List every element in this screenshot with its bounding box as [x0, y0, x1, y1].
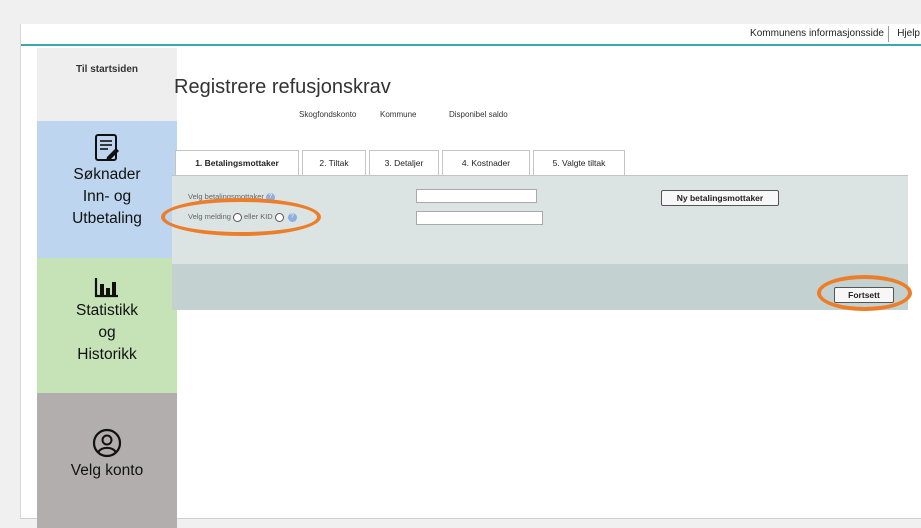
payee-label: Velg betalingsmottaker [188, 192, 264, 201]
payee-input[interactable] [416, 189, 537, 203]
tab-detaljer[interactable]: 3. Detaljer [369, 150, 439, 175]
sidebar-label-line: Inn- og [82, 188, 132, 205]
top-bar: Kommunens informasjonsside Hjelp [21, 24, 921, 46]
info-icon[interactable]: ? [265, 192, 275, 202]
municipality-info-link[interactable]: Kommunens informasjonsside [750, 28, 884, 39]
message-label-row: Velg melding eller KID? [188, 212, 297, 222]
tab-betalingsmottaker[interactable]: 1. Betalingsmottaker [175, 150, 299, 177]
message-radio[interactable] [232, 212, 242, 222]
page-title: Registrere refusjonskrav [174, 76, 391, 98]
user-account-icon [92, 428, 122, 458]
payee-label-row: Velg betalingsmottaker? [188, 192, 275, 202]
tab-kostnader[interactable]: 4. Kostnader [442, 150, 530, 175]
help-link[interactable]: Hjelp [897, 28, 920, 39]
sidebar-label-line: Utbetaling [72, 210, 142, 227]
sidebar-item-statistikk[interactable]: Statistikk og Historikk [37, 258, 177, 393]
tab-tiltak[interactable]: 2. Tiltak [302, 150, 366, 175]
payee-panel: Velg betalingsmottaker? Ny betalingsmott… [172, 175, 908, 310]
sidebar-label-line: Velg konto [70, 462, 144, 479]
topbar-separator [888, 26, 889, 42]
or-kid-label: eller KID [243, 212, 273, 221]
panel-footer: Fortsett [172, 264, 908, 310]
document-edit-icon [95, 134, 119, 161]
account-info-label: Skogfondskonto [299, 110, 357, 119]
sidebar-item-velg-konto[interactable]: Velg konto [37, 393, 177, 528]
continue-button[interactable]: Fortsett [834, 287, 894, 303]
new-payee-button[interactable]: Ny betalingsmottaker [661, 190, 779, 206]
info-icon[interactable]: ? [287, 212, 297, 222]
message-label: Velg melding [188, 212, 231, 221]
tab-valgte-tiltak[interactable]: 5. Valgte tiltak [533, 150, 625, 175]
sidebar-start-label: Til startsiden [75, 64, 139, 75]
bar-chart-icon [94, 278, 118, 298]
municipality-info-label: Kommune [380, 110, 417, 119]
sidebar-label-line: Søknader [73, 166, 141, 183]
sidebar-item-soknader[interactable]: Søknader Inn- og Utbetaling [37, 121, 177, 258]
sidebar-start-link[interactable]: Til startsiden [37, 48, 177, 121]
sidebar-label-line: Historikk [77, 346, 137, 363]
balance-info-label: Disponibel saldo [449, 110, 508, 119]
sidebar-label-line: Statistikk [75, 302, 138, 319]
sidebar-label-line: og [98, 324, 116, 341]
kid-radio[interactable] [274, 212, 284, 222]
sidebar: Til startsiden Søknader Inn- og Utbetali… [37, 48, 177, 528]
message-kid-input[interactable] [416, 211, 543, 225]
